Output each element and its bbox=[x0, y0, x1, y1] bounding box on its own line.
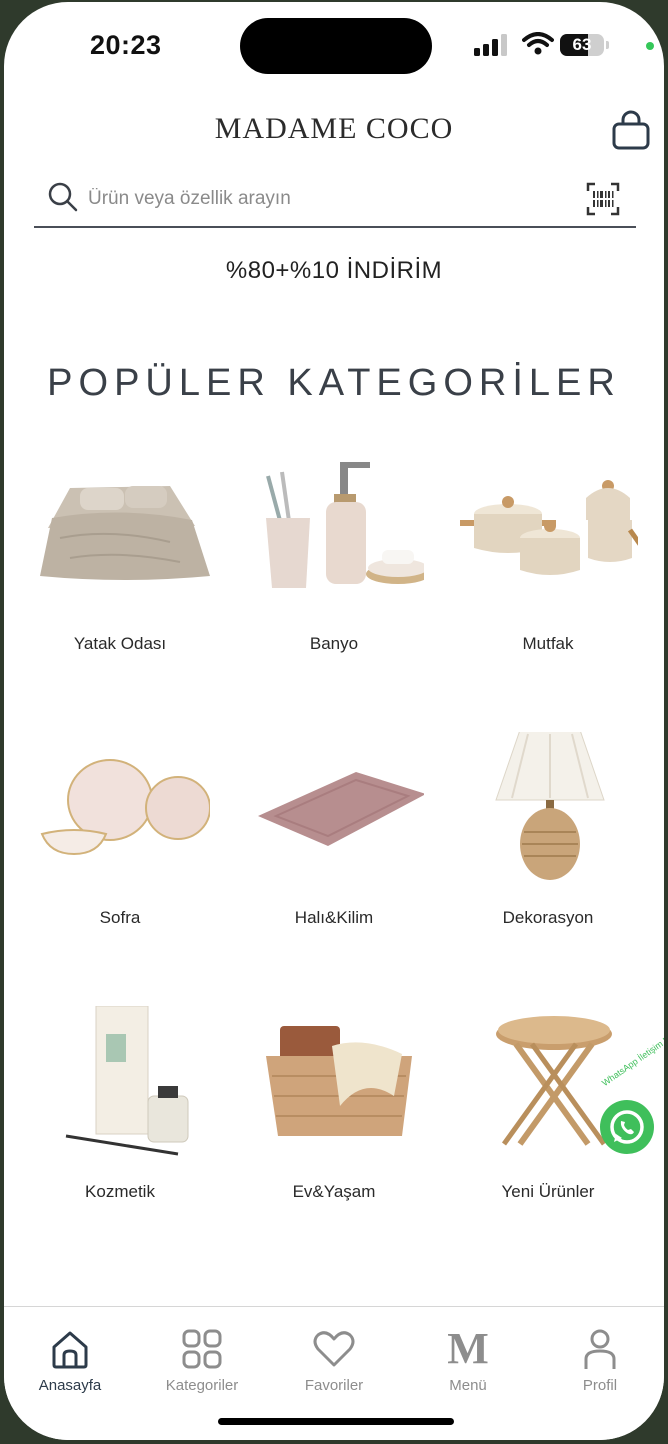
status-time: 20:23 bbox=[90, 30, 162, 60]
whatsapp-icon bbox=[610, 1110, 644, 1144]
home-indicator bbox=[218, 1418, 454, 1425]
category-label: Ev&Yaşam bbox=[292, 1182, 376, 1201]
category-label: Halı&Kilim bbox=[294, 908, 374, 927]
category-card-hali-kilim[interactable]: Halı&Kilim bbox=[228, 726, 440, 976]
search-bar bbox=[34, 174, 636, 228]
cookware-image bbox=[460, 480, 638, 575]
battery-tip bbox=[606, 41, 609, 49]
promo-banner[interactable]: %80+%10 İNDİRİM bbox=[4, 257, 664, 285]
category-card-banyo[interactable]: Banyo bbox=[228, 452, 440, 702]
shopping-bag-icon[interactable] bbox=[610, 110, 652, 152]
category-card-ev-yasam[interactable]: Ev&Yaşam bbox=[228, 1000, 440, 1250]
tab-label: Kategoriler bbox=[165, 1377, 239, 1394]
category-label: Dekorasyon bbox=[502, 908, 594, 927]
app-screen: 20:23 63 MADAME COCO Ürün veya özellik a… bbox=[4, 2, 664, 1440]
lamp-image bbox=[495, 732, 605, 880]
tab-menu[interactable]: M Menü bbox=[408, 1324, 528, 1395]
home-icon bbox=[52, 1331, 88, 1369]
basket-image bbox=[266, 1026, 412, 1136]
category-card-sofra[interactable]: Sofra bbox=[14, 726, 226, 976]
user-icon bbox=[584, 1329, 616, 1369]
section-title: POPÜLER KATEGORİLER bbox=[47, 362, 621, 404]
category-label: Yatak Odası bbox=[73, 634, 167, 653]
search-icon[interactable] bbox=[48, 182, 78, 212]
tab-label: Profil bbox=[582, 1377, 618, 1394]
category-card-kozmetik[interactable]: Kozmetik bbox=[14, 1000, 226, 1250]
grid-icon bbox=[182, 1329, 222, 1369]
tab-profil[interactable]: Profil bbox=[540, 1327, 660, 1394]
tab-label: Anasayfa bbox=[38, 1377, 102, 1394]
bath-set-image bbox=[266, 462, 424, 588]
tab-label: Favoriler bbox=[304, 1377, 364, 1394]
tab-kategoriler[interactable]: Kategoriler bbox=[142, 1327, 262, 1394]
tab-favoriler[interactable]: Favoriler bbox=[274, 1327, 394, 1394]
status-bar: 20:23 63 bbox=[4, 2, 664, 92]
plates-image bbox=[40, 759, 210, 856]
dynamic-island bbox=[240, 18, 432, 74]
whatsapp-button[interactable] bbox=[600, 1100, 654, 1154]
wifi-icon bbox=[522, 32, 554, 55]
category-card-yatak-odasi[interactable]: Yatak Odası bbox=[14, 452, 226, 702]
barcode-scan-icon[interactable] bbox=[586, 182, 620, 216]
category-label: Yeni Ürünler bbox=[501, 1182, 595, 1201]
battery-level: 63 bbox=[572, 35, 592, 54]
category-card-dekorasyon[interactable]: Dekorasyon bbox=[442, 726, 654, 976]
category-card-mutfak[interactable]: Mutfak bbox=[442, 452, 654, 702]
tab-label: Menü bbox=[449, 1377, 487, 1394]
heart-icon bbox=[313, 1331, 355, 1367]
signal-icon bbox=[474, 34, 507, 56]
brand-logo[interactable]: MADAME COCO bbox=[4, 112, 664, 146]
battery-icon: 63 bbox=[560, 34, 604, 56]
tab-anasayfa[interactable]: Anasayfa bbox=[10, 1327, 130, 1394]
search-input[interactable] bbox=[86, 182, 550, 216]
category-label: Mutfak bbox=[522, 634, 574, 653]
bedding-image bbox=[40, 486, 210, 580]
category-label: Banyo bbox=[309, 634, 359, 653]
category-label: Sofra bbox=[99, 908, 141, 927]
m-logo-icon: M bbox=[447, 1324, 489, 1373]
diffuser-image bbox=[65, 1006, 189, 1156]
rug-image bbox=[258, 772, 424, 846]
camera-indicator-dot bbox=[646, 42, 654, 50]
category-label: Kozmetik bbox=[85, 1182, 155, 1201]
